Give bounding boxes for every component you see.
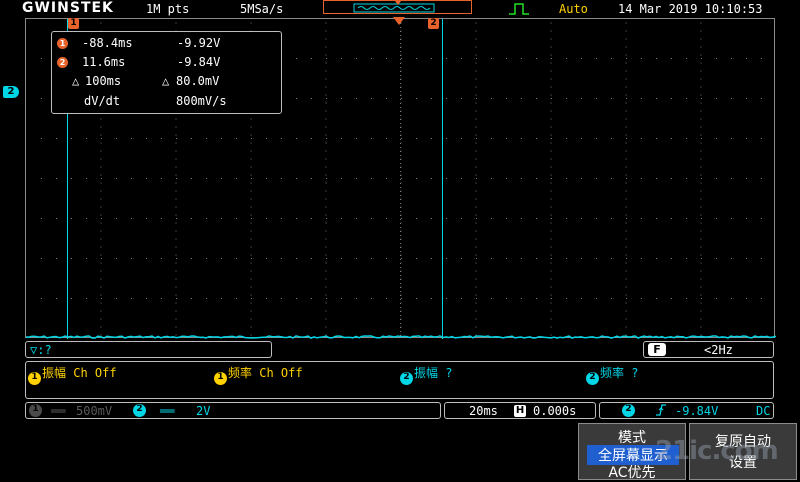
trigger-frequency: F <2Hz [643,341,774,358]
cursor2-time: 11.6ms [82,55,126,69]
measure-status[interactable]: ▽:? [25,341,272,358]
horizontal-position-icon: H [514,405,526,417]
cursor1-row: 1 -88.4ms -9.92V [52,36,281,52]
ch1-badge: 1 [214,372,227,385]
rising-edge-icon [655,403,667,420]
measurement-2: 1 频率 Ch Off [214,364,303,385]
trigger-settings[interactable]: 2 -9.84V DC [599,402,774,419]
ch2-waveform [26,335,776,339]
cursor-readout: 1 -88.4ms -9.92V 2 11.6ms -9.84V △ 100ms… [51,31,282,114]
dvdt-value: 800mV/s [176,94,227,108]
measurement-1-text: 振幅 Ch Off [42,366,117,380]
ch2-coupling-icon: ══ [160,404,175,418]
ch1-badge: 1 [29,404,42,417]
time-position: 0.000s [533,404,577,418]
measurement-4: 2 频率 ? [586,364,638,385]
cursor1-marker[interactable]: 1 [68,18,79,29]
trigger-coupling: DC [756,404,771,418]
ch2-scale: 2V [196,404,211,418]
delta-time: 100ms [85,74,122,88]
timebase[interactable]: 20ms H 0.000s [444,402,596,419]
cursor2-row: 2 11.6ms -9.84V [52,55,281,71]
channel-scales[interactable]: 1 ══ 500mV 2 ══ 2V [25,402,441,419]
dvdt-label: dV/dt [84,94,121,108]
delta-volt: 80.0mV [176,74,220,88]
datetime: 14 Mar 2019 10:10:53 [618,2,763,16]
dvdt-row: dV/dt 800mV/s [52,94,281,110]
trigger-source-badge: 2 [622,404,635,417]
delta-time-icon: △ [72,74,80,88]
cursor1-time: -88.4ms [82,36,133,50]
cursor2-badge: 2 [57,57,68,68]
delta-volt-icon: △ [162,74,170,88]
ch2-badge: 2 [400,372,413,385]
watermark: 21ic.com [655,436,779,466]
ch1-coupling-icon: ══ [51,404,66,418]
memory-bar [323,0,472,14]
cursor2-marker[interactable]: 2 [428,18,439,29]
delta-row: △ 100ms △ 80.0mV [52,74,281,90]
ch1-badge: 1 [28,372,41,385]
trigger-level: -9.84V [675,404,719,418]
record-length: 1M pts [146,2,190,16]
measurement-panel[interactable]: 1 振幅 Ch Off 1 频率 Ch Off 2 振幅 ? 2 频率 ? [25,361,774,399]
status-bar: GWINSTEK 1M pts 5MSa/s Auto 14 Mar 2019 … [0,0,800,18]
cursor2-volt: -9.84V [177,55,221,69]
measurement-4-text: 频率 ? [600,366,639,380]
ch2-offset-marker[interactable]: 2 [3,86,19,98]
brand-logo: GWINSTEK [22,0,114,16]
trigger-mode: Auto [559,2,588,16]
sample-rate: 5MSa/s [240,2,284,16]
cursor1-volt: -9.92V [177,36,221,50]
frequency-value: <2Hz [704,343,733,357]
trigger-position-marker [393,17,405,25]
ch2-badge: 2 [133,404,146,417]
measurement-2-text: 频率 Ch Off [228,366,303,380]
time-scale: 20ms [469,404,498,418]
measurement-3-text: 振幅 ? [414,366,453,380]
measurement-1: 1 振幅 Ch Off [28,364,117,385]
ch2-badge: 2 [586,372,599,385]
measurement-3: 2 振幅 ? [400,364,452,385]
cursor1-badge: 1 [57,38,68,49]
ch1-scale: 500mV [76,404,113,418]
filter-icon: F [648,343,666,356]
measure-status-label: ▽:? [30,343,52,357]
